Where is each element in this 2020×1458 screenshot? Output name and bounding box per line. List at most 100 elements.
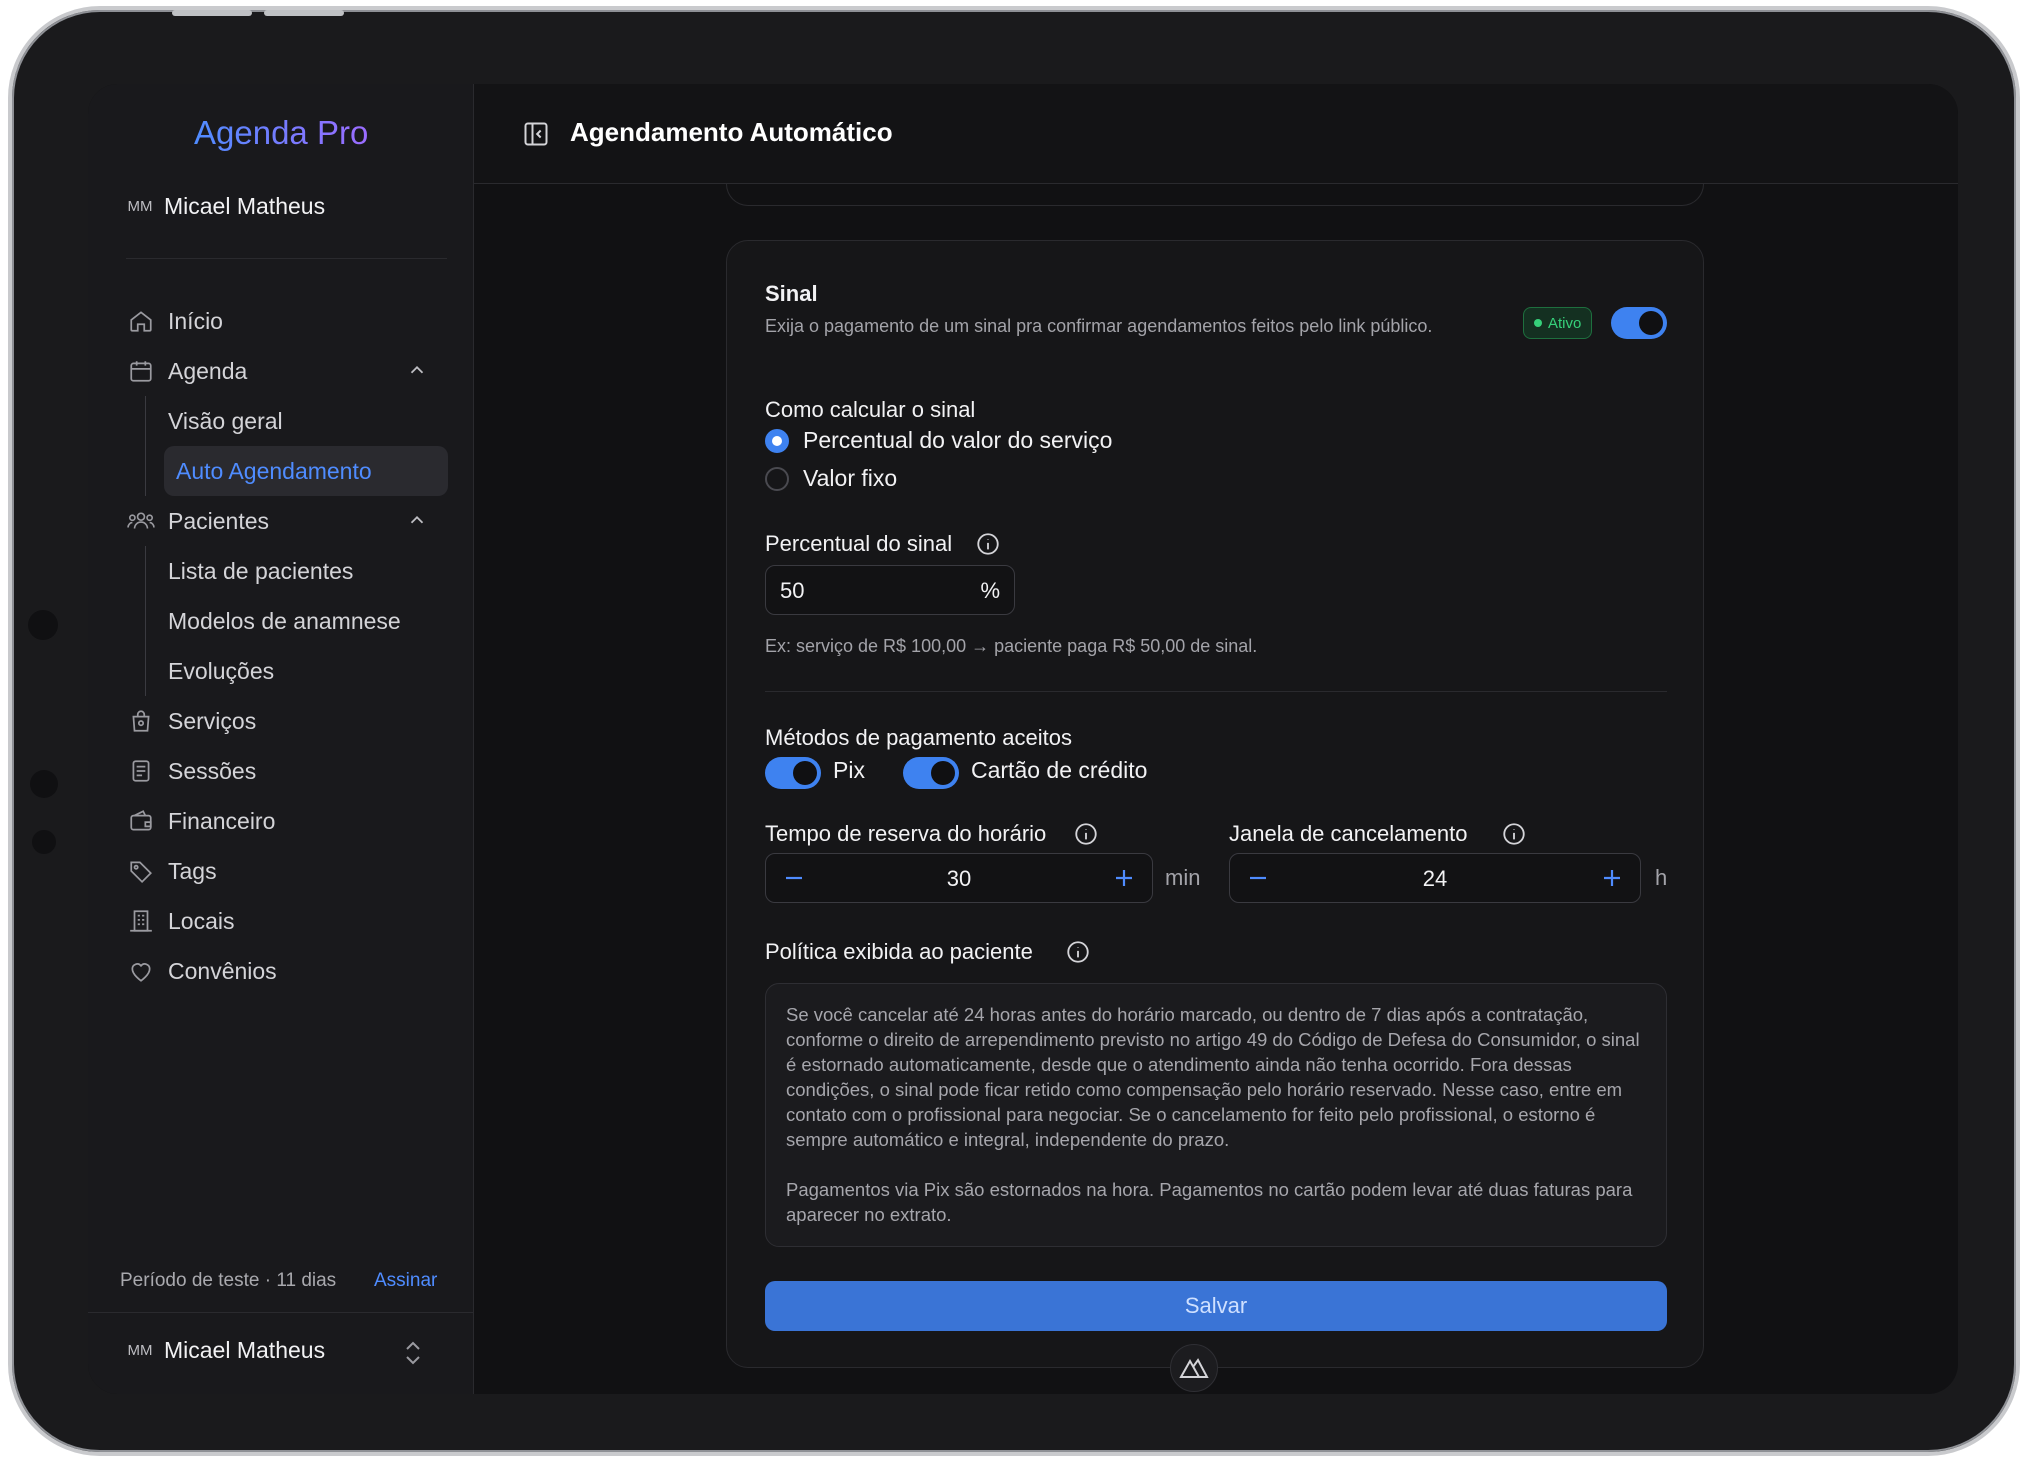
sidebar-item-modelos-anamnese[interactable]: Modelos de anamnese bbox=[164, 596, 448, 646]
users-icon bbox=[126, 506, 156, 536]
user-name: Micael Matheus bbox=[164, 192, 326, 219]
pacientes-submenu: Lista de pacientes Modelos de anamnese E… bbox=[126, 546, 448, 696]
subscribe-link[interactable]: Assinar bbox=[374, 1270, 437, 1292]
radio-percentual[interactable] bbox=[765, 429, 789, 453]
minus-icon[interactable] bbox=[1230, 854, 1286, 902]
trial-period-text: Período de teste · 11 dias bbox=[120, 1270, 337, 1291]
brand-logo: Agenda Pro bbox=[194, 114, 369, 151]
chevron-up-icon[interactable] bbox=[406, 359, 428, 387]
sidebar-item-label: Pacientes bbox=[168, 507, 270, 534]
wallet-icon bbox=[126, 806, 156, 836]
plus-icon[interactable] bbox=[1096, 854, 1152, 902]
info-icon[interactable] bbox=[975, 531, 1001, 562]
app-screen: Agenda Pro MM Micael Matheus Início Agen… bbox=[88, 84, 1958, 1394]
radio-valor-fixo-label[interactable]: Valor fixo bbox=[803, 465, 897, 492]
credit-card-label: Cartão de crédito bbox=[971, 757, 1148, 783]
cancel-window-unit: h bbox=[1655, 865, 1668, 890]
avatar: MM bbox=[127, 1341, 153, 1359]
sinal-settings-card: Sinal Exija o pagamento de um sinal pra … bbox=[726, 240, 1704, 1368]
sidebar-item-auto-agendamento[interactable]: Auto Agendamento bbox=[164, 446, 448, 496]
info-icon[interactable] bbox=[1501, 821, 1527, 852]
reserve-label: Tempo de reserva do horário bbox=[765, 821, 1047, 846]
sidebar-item-label: Início bbox=[168, 307, 223, 334]
status-badge: Ativo bbox=[1523, 307, 1593, 339]
sidebar-item-pacientes[interactable]: Pacientes bbox=[126, 496, 448, 546]
sidebar-item-label: Serviços bbox=[168, 707, 257, 734]
hardware-button bbox=[172, 10, 252, 16]
reserve-stepper: 30 bbox=[765, 853, 1153, 903]
sidebar-item-agenda[interactable]: Agenda bbox=[126, 346, 448, 396]
sidebar-item-label: Evoluções bbox=[168, 657, 275, 684]
agenda-submenu: Visão geral Auto Agendamento bbox=[126, 396, 448, 496]
reserve-unit: min bbox=[1165, 865, 1201, 890]
sidebar-item-label: Agenda bbox=[168, 357, 248, 384]
cancel-window-stepper: 24 bbox=[1229, 853, 1641, 903]
avatar: MM bbox=[127, 197, 153, 215]
chevron-up-down-icon[interactable] bbox=[402, 1338, 424, 1373]
policy-paragraph: Se você cancelar até 24 horas antes do h… bbox=[786, 1004, 1640, 1150]
info-icon[interactable] bbox=[1065, 939, 1091, 970]
sidebar-item-label: Financeiro bbox=[168, 807, 276, 834]
sidebar-item-locais[interactable]: Locais bbox=[126, 896, 448, 946]
building-icon bbox=[126, 906, 156, 936]
user-name: Micael Matheus bbox=[164, 1336, 326, 1363]
sidebar-toggle-icon[interactable] bbox=[522, 120, 550, 153]
hardware-button bbox=[264, 10, 344, 16]
sidebar-item-tags[interactable]: Tags bbox=[126, 846, 448, 896]
pix-label: Pix bbox=[833, 757, 865, 783]
sidebar-item-financeiro[interactable]: Financeiro bbox=[126, 796, 448, 846]
sinal-title: Sinal bbox=[765, 281, 818, 306]
sidebar: Agenda Pro MM Micael Matheus Início Agen… bbox=[88, 84, 474, 1394]
tablet-frame: Agenda Pro MM Micael Matheus Início Agen… bbox=[8, 6, 2020, 1456]
sidebar-item-label: Lista de pacientes bbox=[168, 557, 354, 584]
percent-input[interactable]: 50 % bbox=[765, 565, 1015, 615]
radio-valor-fixo[interactable] bbox=[765, 467, 789, 491]
user-profile-top[interactable]: MM Micael Matheus bbox=[126, 192, 326, 220]
page-title: Agendamento Automático bbox=[570, 117, 893, 147]
tag-icon bbox=[126, 856, 156, 886]
percent-value: 50 bbox=[780, 578, 805, 603]
save-button[interactable]: Salvar bbox=[765, 1281, 1667, 1331]
sidebar-item-label: Auto Agendamento bbox=[176, 457, 372, 484]
radio-percentual-label[interactable]: Percentual do valor do serviço bbox=[803, 427, 1112, 454]
app-logo-icon[interactable] bbox=[1170, 1344, 1218, 1392]
sidebar-item-label: Sessões bbox=[168, 757, 257, 784]
sidebar-item-lista-pacientes[interactable]: Lista de pacientes bbox=[164, 546, 448, 596]
policy-label: Política exibida ao paciente bbox=[765, 939, 1033, 964]
sidebar-item-label: Tags bbox=[168, 857, 217, 884]
divider bbox=[765, 691, 1667, 692]
previous-card-edge bbox=[726, 184, 1704, 206]
sidebar-item-label: Locais bbox=[168, 907, 235, 934]
credit-card-toggle[interactable] bbox=[903, 757, 959, 789]
sidebar-item-label: Visão geral bbox=[168, 407, 283, 434]
heart-icon bbox=[126, 956, 156, 986]
sidebar-item-visao-geral[interactable]: Visão geral bbox=[164, 396, 448, 446]
calc-label: Como calcular o sinal bbox=[765, 397, 976, 422]
sidebar-item-servicos[interactable]: Serviços bbox=[126, 696, 448, 746]
chevron-up-icon[interactable] bbox=[406, 509, 428, 537]
side-sensor bbox=[32, 830, 56, 854]
sidebar-item-label: Modelos de anamnese bbox=[168, 607, 401, 634]
pix-toggle[interactable] bbox=[765, 757, 821, 789]
sidebar-item-inicio[interactable]: Início bbox=[126, 296, 448, 346]
divider bbox=[126, 258, 447, 259]
policy-paragraph: Pagamentos via Pix são estornados na hor… bbox=[786, 1179, 1633, 1225]
home-icon bbox=[126, 306, 156, 336]
plus-icon[interactable] bbox=[1584, 854, 1640, 902]
sidebar-item-sessoes[interactable]: Sessões bbox=[126, 746, 448, 796]
info-icon[interactable] bbox=[1073, 821, 1099, 852]
user-profile-bottom[interactable]: MM Micael Matheus bbox=[126, 1336, 326, 1364]
policy-textarea[interactable]: Se você cancelar até 24 horas antes do h… bbox=[765, 983, 1667, 1247]
sinal-toggle[interactable] bbox=[1611, 307, 1667, 339]
reserve-value[interactable]: 30 bbox=[822, 866, 1096, 892]
document-icon bbox=[126, 756, 156, 786]
sidebar-item-evolucoes[interactable]: Evoluções bbox=[164, 646, 448, 696]
sidebar-item-convenios[interactable]: Convênios bbox=[126, 946, 448, 996]
side-sensor bbox=[28, 610, 58, 640]
divider bbox=[88, 1312, 473, 1313]
minus-icon[interactable] bbox=[766, 854, 822, 902]
side-sensor bbox=[30, 770, 58, 798]
sidebar-nav: Início Agenda Visão geral Auto Agendamen… bbox=[126, 296, 448, 996]
percent-unit: % bbox=[980, 578, 1000, 603]
cancel-window-value[interactable]: 24 bbox=[1286, 866, 1584, 892]
